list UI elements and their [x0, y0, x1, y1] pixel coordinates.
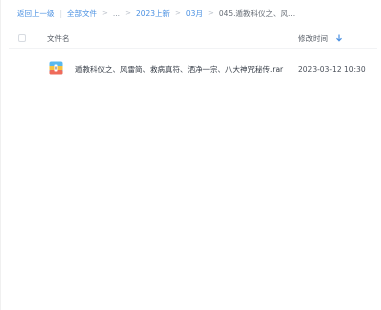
table-header: 文件名 修改时间: [9, 28, 377, 49]
chevron-right-icon: >: [102, 9, 108, 17]
back-link[interactable]: 返回上一级: [17, 8, 55, 19]
file-modified-time: 2023-03-12 10:30: [298, 64, 366, 74]
breadcrumb-all-files[interactable]: 全部文件: [67, 8, 97, 19]
file-browser: 返回上一级 | 全部文件 > ... > 2023上新 > 03月 > 045.…: [0, 0, 381, 310]
sort-down-icon[interactable]: [335, 34, 343, 42]
breadcrumb-folder-2023[interactable]: 2023上新: [136, 8, 170, 19]
table-row[interactable]: 遁教科仪之、风雷简、救病真符、洒净一宗、八大神咒秘传.rar 2023-03-1…: [9, 58, 377, 80]
select-all-checkbox[interactable]: [18, 34, 26, 42]
column-header-modified-label: 修改时间: [298, 33, 328, 43]
breadcrumb-current: 045.遁教科仪之、风...: [218, 8, 296, 18]
breadcrumb-ellipsis[interactable]: ...: [113, 9, 120, 18]
chevron-right-icon: >: [207, 9, 214, 17]
breadcrumb-folder-month[interactable]: 03月: [186, 8, 203, 19]
column-header-filename[interactable]: 文件名: [47, 33, 70, 44]
chevron-right-icon: >: [125, 9, 131, 17]
rar-archive-icon: [49, 61, 63, 75]
breadcrumb-divider: |: [59, 8, 63, 18]
breadcrumb: 返回上一级 | 全部文件 > ... > 2023上新 > 03月 > 045.…: [17, 6, 377, 20]
column-header-modified[interactable]: 修改时间: [298, 33, 343, 44]
chevron-right-icon: >: [175, 9, 181, 17]
file-name[interactable]: 遁教科仪之、风雷简、救病真符、洒净一宗、八大神咒秘传.rar: [75, 64, 283, 75]
